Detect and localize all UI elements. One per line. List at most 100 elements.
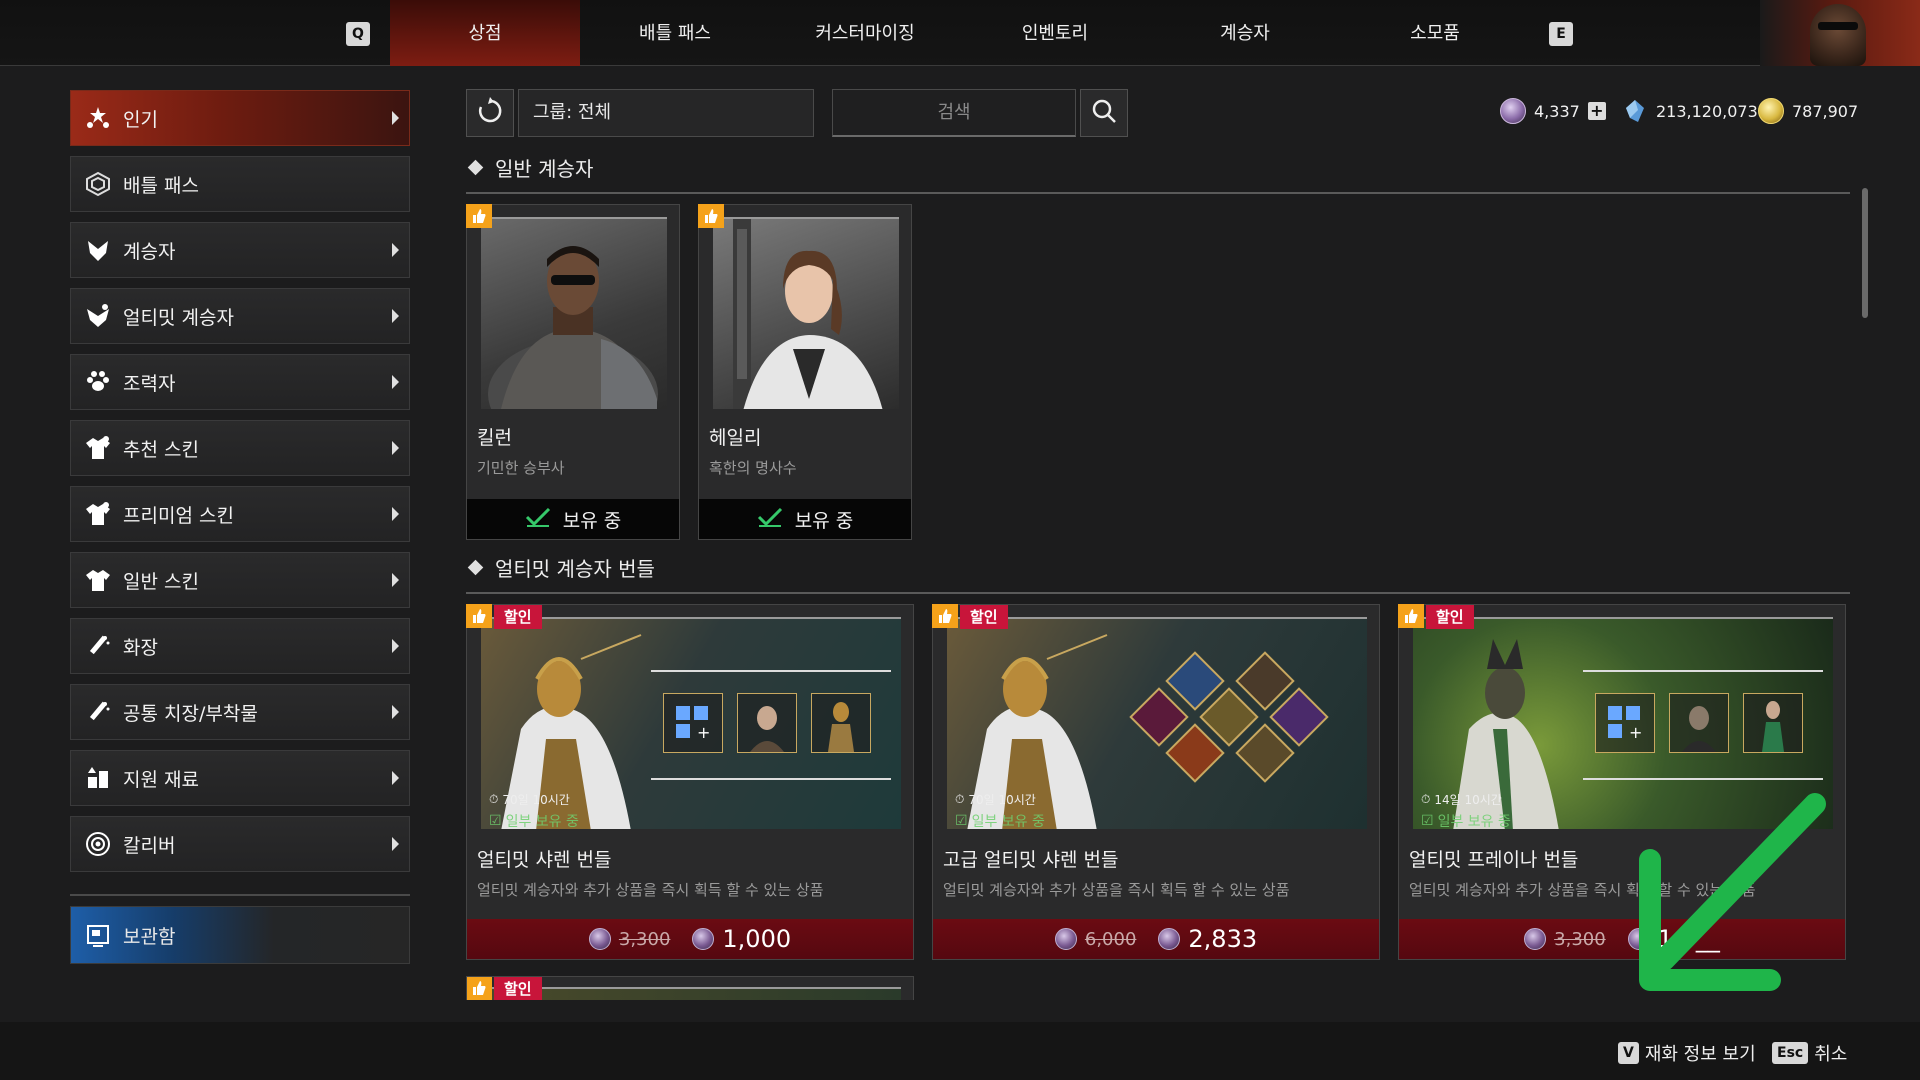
tab-shop[interactable]: 상점: [390, 0, 580, 66]
descendant-subtitle: 기민한 승부사: [477, 459, 565, 477]
diamond-bullet-icon: [467, 159, 484, 175]
descendant-card-hailey[interactable]: 헤일리 혹한의 명사수 보유 중: [698, 204, 912, 540]
bundle-image: ⏱ 70일 10시간 ☑ 일부 보유 중: [947, 617, 1367, 829]
caliber-coin-icon: [1500, 98, 1526, 124]
chevron-right-icon: [392, 375, 399, 389]
tab-consumables[interactable]: 소모품: [1340, 0, 1530, 66]
sale-price: 2,833: [1188, 925, 1258, 953]
sidebar-divider: [70, 894, 410, 896]
sale-tag: 할인: [494, 977, 542, 1000]
descendant-card-kyle[interactable]: 킬런 기민한 승부사 보유 중: [466, 204, 680, 540]
bundle-item-skin-icon: [811, 693, 871, 753]
storage-button[interactable]: 보관함: [70, 906, 410, 964]
bundle-title: 얼티밋 샤렌 번들: [477, 849, 612, 871]
tab-battle-pass[interactable]: 배틀 패스: [580, 0, 770, 66]
key-hint-q: Q: [346, 22, 370, 46]
thumbs-up-badge-icon: [932, 604, 958, 628]
ultimate-descendant-icon: [83, 301, 113, 331]
partial-owned-label: 일부 보유 중: [1437, 814, 1511, 829]
sidebar-item-companions[interactable]: 조력자: [70, 354, 410, 410]
hint-currency-info[interactable]: V 재화 정보 보기: [1618, 1040, 1756, 1066]
bundle-title: 고급 얼티밋 샤렌 번들: [943, 849, 1119, 871]
refresh-icon: [476, 97, 504, 129]
bundle-card-partial[interactable]: 할인: [466, 976, 914, 1000]
partial-owned-status: ☑ 일부 보유 중: [955, 811, 1045, 829]
avatar-sunglasses: [1818, 22, 1858, 30]
thumbs-up-badge-icon: [1398, 604, 1424, 628]
bundle-card-premium-ultimate-sharen[interactable]: ⏱ 70일 10시간 ☑ 일부 보유 중 할인 고급 얼티밋 샤렌 번들 얼티밋…: [932, 604, 1380, 960]
sidebar-item-label: 배틀 패스: [123, 174, 199, 197]
add-currency-icon[interactable]: +: [1587, 102, 1606, 120]
scrollbar-thumb[interactable]: [1862, 188, 1868, 318]
caliber-icon: [83, 829, 113, 859]
chevron-right-icon: [392, 441, 399, 455]
shirt-icon: [83, 499, 113, 529]
price-bar[interactable]: 6,000 2,833: [933, 919, 1379, 959]
timer: ⏱ 14일 10시간: [1421, 791, 1502, 808]
descendant-name: 킬런: [477, 427, 512, 449]
thumbs-up-badge-icon: [466, 204, 492, 228]
kuiper-shard-icon: [1622, 98, 1648, 124]
sale-tag: 할인: [960, 605, 1008, 629]
price-bar[interactable]: 3,300 1,000: [467, 919, 913, 959]
sidebar-item-label: 지원 재료: [123, 768, 199, 791]
currency-kuiper-shard[interactable]: 213,120,073: [1622, 98, 1758, 124]
chevron-right-icon: [392, 837, 399, 851]
group-filter-dropdown[interactable]: 그룹: 전체: [518, 89, 814, 137]
player-avatar[interactable]: [1760, 0, 1920, 66]
chevron-right-icon: [392, 771, 399, 785]
tab-descendants[interactable]: 계승자: [1150, 0, 1340, 66]
sidebar-item-makeup[interactable]: 화장: [70, 618, 410, 674]
section-title: 얼티밋 계승자 번들: [495, 556, 655, 581]
chevron-right-icon: [392, 705, 399, 719]
search-button[interactable]: [1080, 89, 1128, 137]
currency-gold[interactable]: 787,907: [1758, 98, 1858, 124]
original-price: 6,000: [1084, 928, 1137, 950]
bundle-item-portrait-icon: [1669, 693, 1729, 753]
sidebar-item-descendants[interactable]: 계승자: [70, 222, 410, 278]
storage-box-icon: [83, 920, 113, 950]
paw-icon: [83, 367, 113, 397]
chevron-right-icon: [392, 111, 399, 125]
currency-value: 213,120,073: [1656, 101, 1758, 121]
sidebar-item-common-decorations[interactable]: 공통 치장/부착물: [70, 684, 410, 740]
chevron-right-icon: [392, 309, 399, 323]
sidebar-item-ultimate-descendants[interactable]: 얼티밋 계승자: [70, 288, 410, 344]
currency-value: 787,907: [1792, 101, 1859, 121]
check-icon: ☑: [955, 813, 968, 829]
hint-cancel[interactable]: Esc 취소: [1772, 1040, 1847, 1066]
thumbs-up-badge-icon: [698, 204, 724, 228]
shirt-icon: [83, 433, 113, 463]
makeup-brush-icon: [83, 697, 113, 727]
currency-caliber[interactable]: 4,337 +: [1500, 98, 1606, 124]
shirt-icon: [83, 565, 113, 595]
sidebar-item-popular[interactable]: 인기: [70, 90, 410, 146]
clock-icon: ⏱: [1421, 792, 1431, 806]
section-divider: [466, 192, 1850, 194]
tab-inventory[interactable]: 인벤토리: [960, 0, 1150, 66]
sidebar-item-battle-pass[interactable]: 배틀 패스: [70, 156, 410, 212]
sidebar-item-recommended-skins[interactable]: 추천 스킨: [70, 420, 410, 476]
sidebar-item-premium-skins[interactable]: 프리미엄 스킨: [70, 486, 410, 542]
chevron-right-icon: [392, 243, 399, 257]
sidebar-item-support-materials[interactable]: 지원 재료: [70, 750, 410, 806]
bundle-image: [481, 987, 901, 1000]
sidebar-item-label: 프리미엄 스킨: [123, 504, 234, 527]
descendant-portrait: [713, 217, 899, 409]
bundle-card-ultimate-sharen[interactable]: + ⏱ 70일 10시간 ☑ 일부 보유 중 할인 얼티밋 샤렌 번들 얼티밋 …: [466, 604, 914, 960]
refresh-button[interactable]: [466, 89, 514, 137]
sidebar-item-label: 일반 스킨: [123, 570, 199, 593]
key-hint-e: E: [1549, 22, 1573, 46]
key-hint-v: V: [1618, 1042, 1639, 1064]
tab-customizing[interactable]: 커스터마이징: [770, 0, 960, 66]
sidebar-item-caliber[interactable]: 칼리버: [70, 816, 410, 872]
check-icon: ☑: [489, 813, 502, 829]
top-navigation-bar: Q 상점 배틀 패스 커스터마이징 인벤토리 계승자 소모품 E: [0, 0, 1920, 66]
bundle-image: + ⏱ 70일 10시간 ☑ 일부 보유 중: [481, 617, 901, 829]
owned-status: 보유 중: [467, 499, 679, 539]
partial-owned-status: ☑ 일부 보유 중: [1421, 811, 1511, 829]
hint-label: 취소: [1814, 1044, 1848, 1065]
search-input[interactable]: [832, 89, 1076, 137]
key-hint-esc: Esc: [1772, 1042, 1809, 1064]
sidebar-item-general-skins[interactable]: 일반 스킨: [70, 552, 410, 608]
